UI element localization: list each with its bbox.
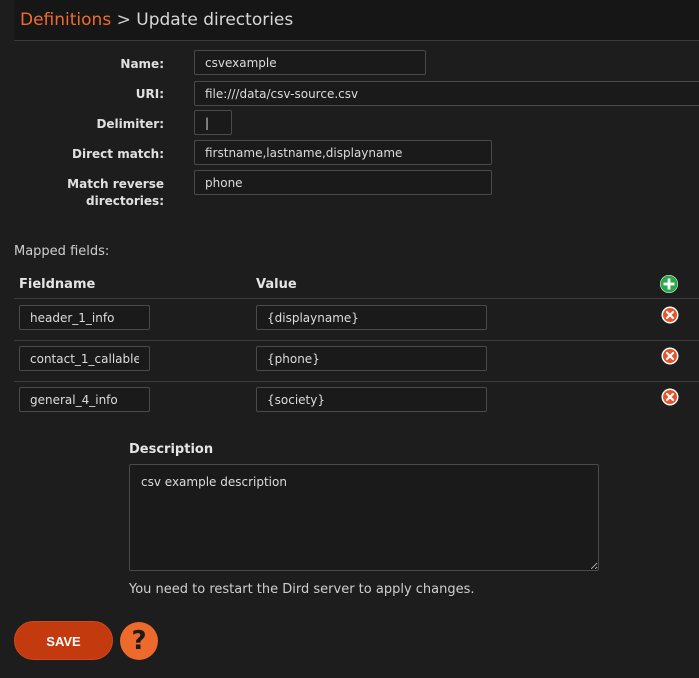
delimiter-field[interactable] [194,110,232,135]
breadcrumb: Definitions > Update directories [20,10,293,30]
name-label: Name: [120,57,164,71]
help-icon: ? [131,626,147,656]
mapped-fields-title: Mapped fields: [14,244,110,259]
match-reverse-label-line1: Match reverse [67,177,164,191]
remove-circle-icon[interactable] [661,388,679,406]
mapped-value-input[interactable] [256,305,487,330]
breadcrumb-separator: > [116,10,131,30]
uri-label: URI: [135,87,164,101]
page-header: Definitions > Update directories [14,0,699,41]
breadcrumb-definitions-link[interactable]: Definitions [20,10,111,30]
mapped-fieldname-input[interactable] [19,305,150,330]
name-field[interactable] [194,50,426,75]
direct-match-label: Direct match: [72,147,164,161]
breadcrumb-current: Update directories [136,10,294,30]
mapped-value-input[interactable] [256,346,487,371]
remove-circle-icon[interactable] [661,306,679,324]
match-reverse-label-line2: directories: [86,194,164,208]
row-divider [14,298,699,299]
remove-circle-icon[interactable] [661,347,679,365]
match-reverse-field[interactable] [194,170,492,195]
uri-field[interactable] [194,81,699,106]
mapped-fieldname-input[interactable] [19,346,150,371]
description-label: Description [129,442,214,457]
delimiter-label: Delimiter: [96,117,164,131]
restart-note: You need to restart the Dird server to a… [129,582,475,597]
mapped-value-input[interactable] [256,387,487,412]
value-column-header: Value [256,277,297,292]
direct-match-field[interactable] [194,140,492,165]
save-button[interactable]: SAVE [14,621,113,660]
row-divider [14,381,699,382]
description-textarea[interactable]: csv example description [129,464,599,571]
match-reverse-label: Match reverse directories: [14,176,164,210]
row-divider [14,340,699,341]
plus-circle-icon[interactable] [660,275,678,293]
mapped-fieldname-input[interactable] [19,387,150,412]
fieldname-column-header: Fieldname [19,277,96,292]
help-button[interactable]: ? [120,622,158,660]
